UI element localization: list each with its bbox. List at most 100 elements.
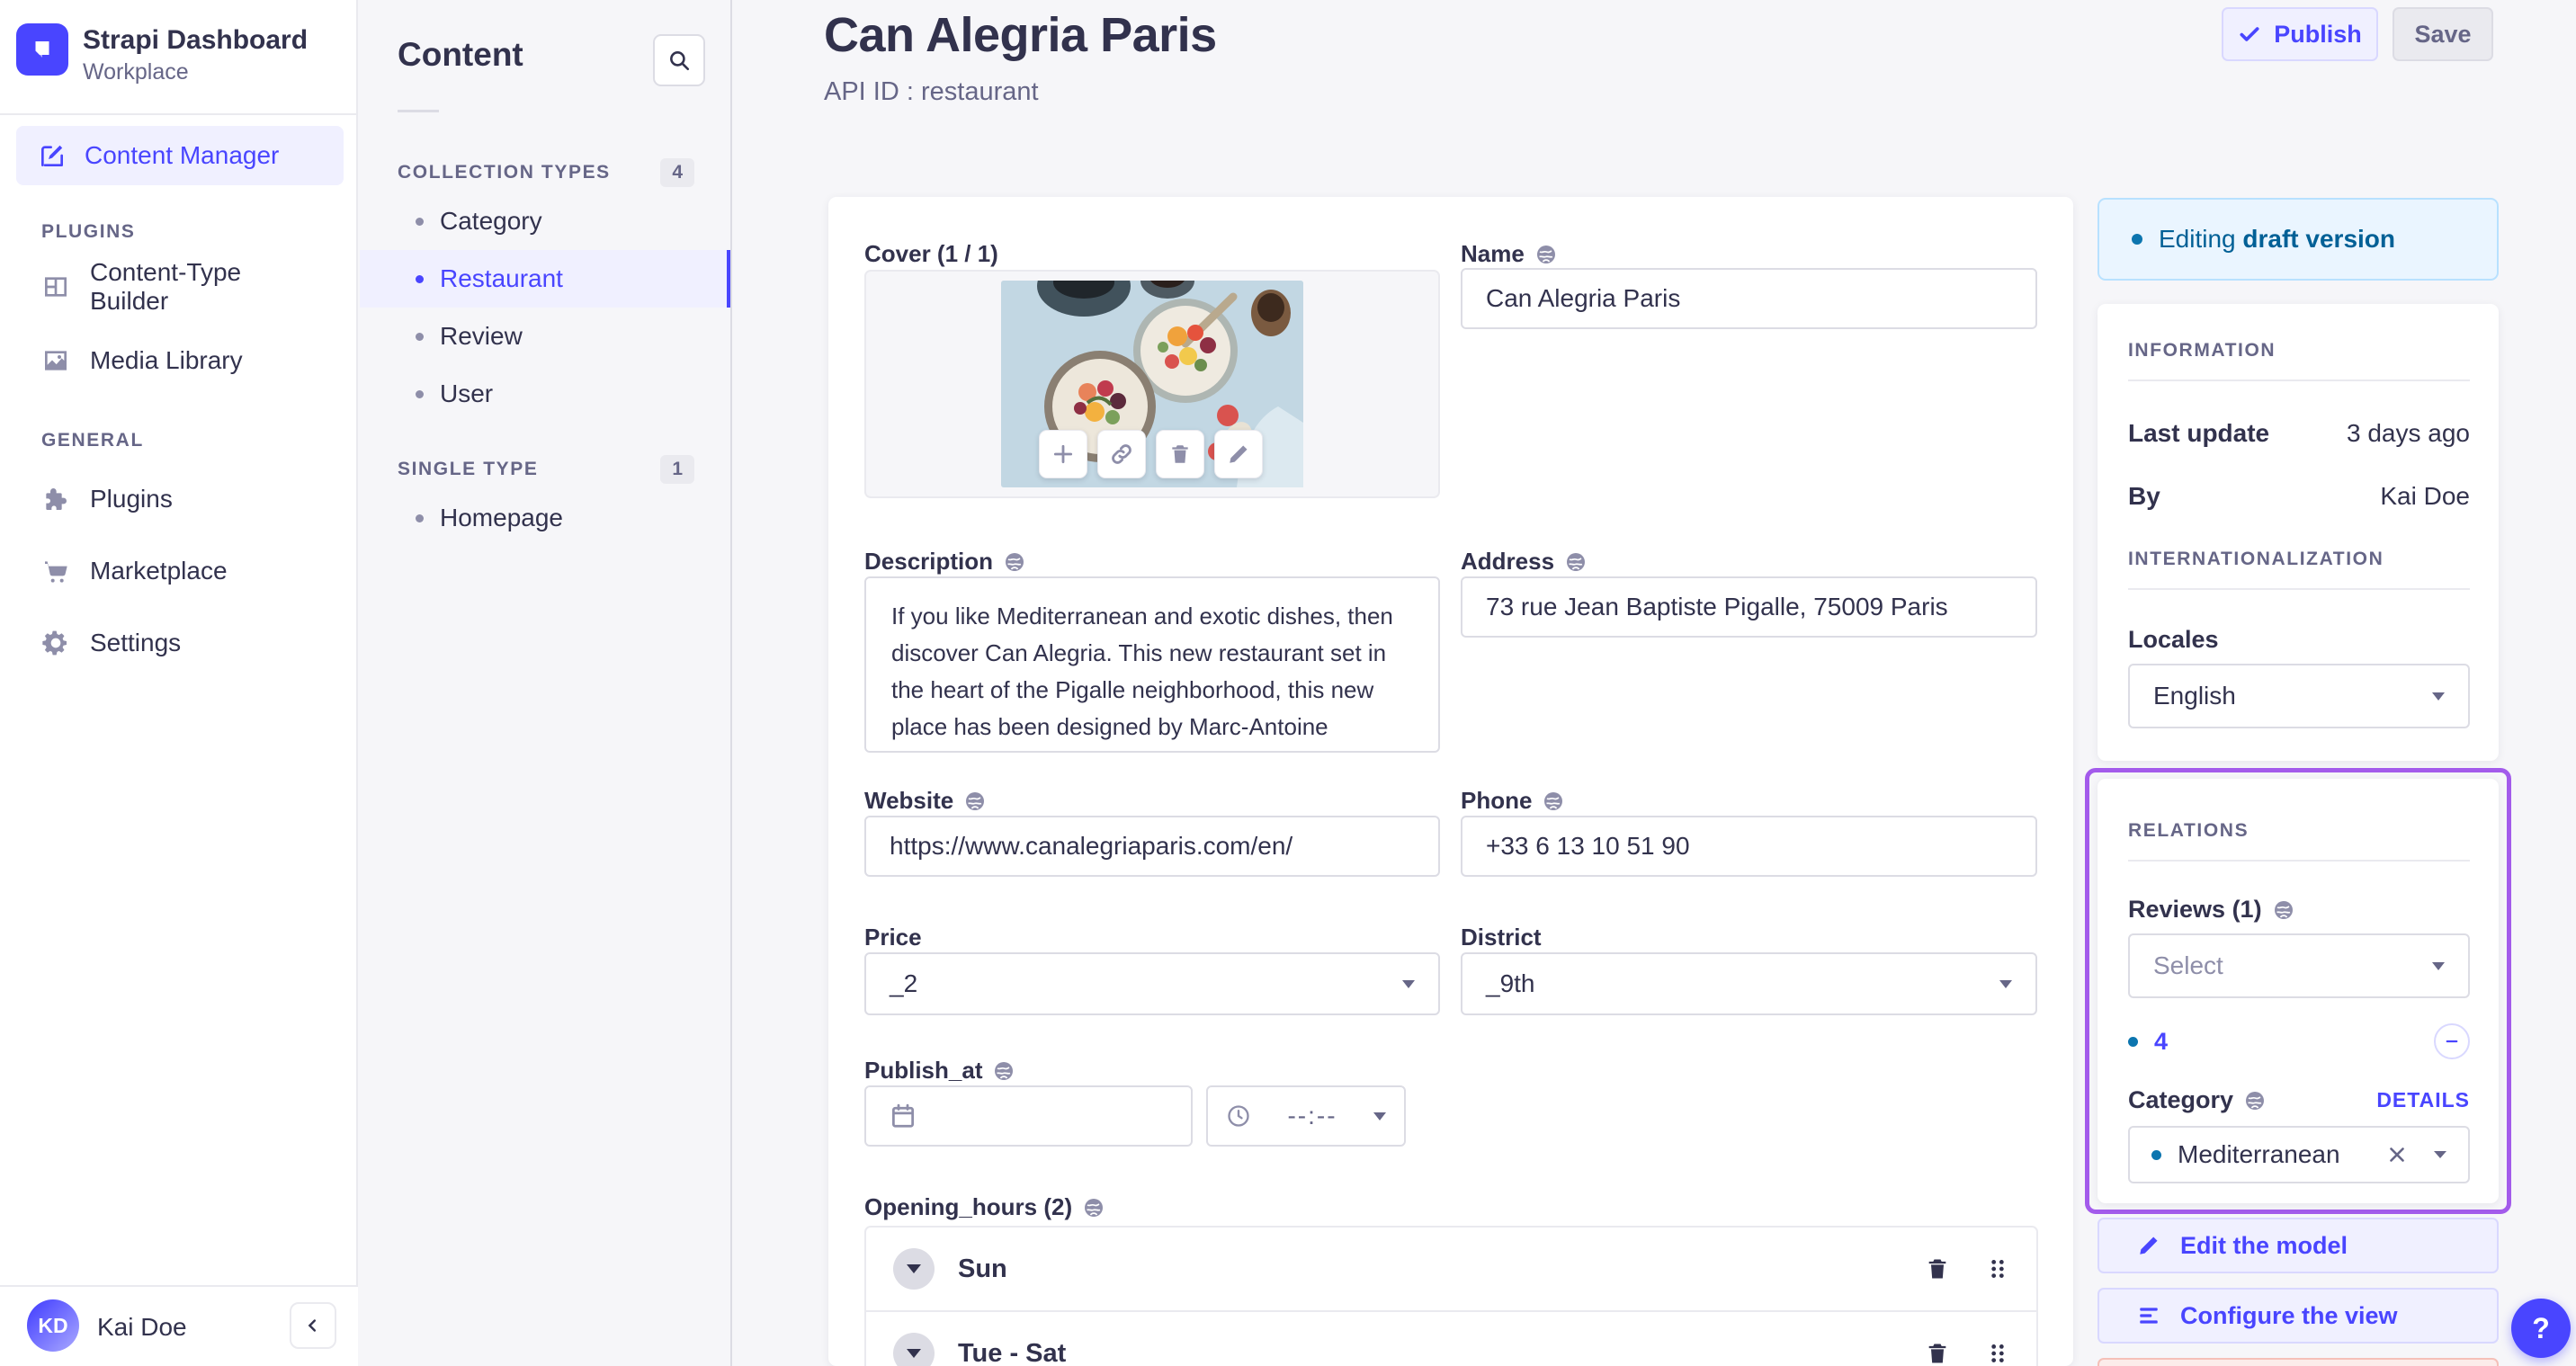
details-link[interactable]: DETAILS bbox=[2376, 1088, 2470, 1112]
globe-icon bbox=[2273, 899, 2294, 921]
gear-icon bbox=[41, 629, 70, 657]
link-icon bbox=[1112, 444, 1131, 464]
opening-hours-row-tue-sat[interactable]: Tue - Sat bbox=[866, 1312, 2036, 1366]
add-media-button[interactable] bbox=[1039, 430, 1087, 478]
locale-select[interactable]: English bbox=[2128, 664, 2470, 728]
check-icon bbox=[2240, 27, 2259, 41]
price-select[interactable]: _2 bbox=[864, 952, 1440, 1015]
sidebar-item-plugins[interactable]: Plugins bbox=[0, 469, 358, 529]
sidebar-divider bbox=[0, 113, 358, 115]
section-divider bbox=[2128, 588, 2470, 590]
puzzle-icon bbox=[41, 485, 70, 513]
avatar[interactable]: KD bbox=[27, 1299, 79, 1352]
edit-media-button[interactable] bbox=[1214, 430, 1263, 478]
status-dot-icon bbox=[2151, 1149, 2161, 1160]
website-field-label: Website bbox=[864, 787, 986, 815]
price-field-label: Price bbox=[864, 924, 922, 951]
copy-link-button[interactable] bbox=[1097, 430, 1146, 478]
collection-type-restaurant[interactable]: Restaurant bbox=[360, 250, 730, 308]
strapi-logo[interactable] bbox=[16, 23, 68, 76]
delete-entry-button[interactable] bbox=[2097, 1358, 2499, 1366]
phone-input[interactable] bbox=[1461, 816, 2037, 877]
sidebar-item-content-type-builder[interactable]: Content-Type Builder bbox=[0, 257, 358, 317]
help-button[interactable]: ? bbox=[2511, 1299, 2571, 1358]
collection-type-label: Review bbox=[440, 322, 523, 350]
trash-icon[interactable] bbox=[1925, 1256, 1950, 1281]
sidebar-item-marketplace[interactable]: Marketplace bbox=[0, 541, 358, 601]
cover-field-label: Cover (1 / 1) bbox=[864, 240, 998, 267]
collection-type-label: User bbox=[440, 379, 494, 407]
save-button-label: Save bbox=[2414, 20, 2472, 48]
globe-icon bbox=[1083, 1197, 1105, 1219]
search-button[interactable] bbox=[653, 34, 705, 86]
single-type-homepage[interactable]: Homepage bbox=[360, 489, 730, 547]
publish-at-time-input[interactable]: --:-- bbox=[1206, 1085, 1406, 1147]
pencil-icon bbox=[1230, 445, 1248, 463]
internationalization-section-title: INTERNATIONALIZATION bbox=[2128, 549, 2384, 569]
brand-title: Strapi Dashboard bbox=[83, 25, 309, 55]
delete-media-button[interactable] bbox=[1156, 430, 1204, 478]
panel-divider bbox=[398, 110, 439, 112]
edit-model-button[interactable]: Edit the model bbox=[2097, 1218, 2499, 1273]
sidebar-item-media-library[interactable]: Media Library bbox=[0, 331, 358, 390]
category-label: Category bbox=[2128, 1086, 2266, 1114]
sidebar-item-label: Settings bbox=[90, 629, 182, 656]
publish-at-date-input[interactable] bbox=[864, 1085, 1193, 1147]
opening-hours-row-sun[interactable]: Sun bbox=[866, 1228, 2036, 1310]
remove-relation-button[interactable] bbox=[2434, 1023, 2470, 1059]
list-lines-icon bbox=[2140, 1308, 2158, 1324]
opening-hours-accordion: Sun Tue - Sat bbox=[864, 1226, 2038, 1366]
bullet-icon bbox=[416, 513, 424, 522]
layout-grid-icon bbox=[41, 272, 70, 301]
description-field-label: Description bbox=[864, 548, 1025, 576]
cover-action-buttons bbox=[1039, 430, 1263, 478]
district-select[interactable]: _9th bbox=[1461, 952, 2037, 1015]
reviews-select-placeholder: Select bbox=[2153, 951, 2223, 979]
drag-handle-icon[interactable] bbox=[1986, 1342, 2009, 1365]
expand-row-button[interactable] bbox=[893, 1248, 935, 1290]
configure-view-button[interactable]: Configure the view bbox=[2097, 1288, 2499, 1344]
opening-hours-row-title: Sun bbox=[958, 1254, 1007, 1283]
sidebar-item-label: Content Manager bbox=[85, 141, 280, 169]
strapi-logo-icon bbox=[35, 41, 49, 58]
collection-type-review[interactable]: Review bbox=[360, 308, 730, 365]
save-button[interactable]: Save bbox=[2393, 7, 2493, 61]
chevron-down-icon bbox=[1373, 1112, 1386, 1120]
sidebar-item-label: Media Library bbox=[90, 346, 243, 374]
single-type-item-label: Homepage bbox=[440, 504, 563, 531]
address-input[interactable] bbox=[1461, 576, 2037, 638]
expand-row-button[interactable] bbox=[893, 1333, 935, 1366]
cover-media-field[interactable] bbox=[864, 270, 1440, 498]
clear-icon[interactable] bbox=[2385, 1143, 2409, 1166]
time-placeholder: --:-- bbox=[1287, 1102, 1337, 1129]
chevron-down-icon bbox=[907, 1264, 921, 1273]
main-sidebar: Strapi Dashboard Workplace Content Manag… bbox=[0, 0, 358, 1366]
sidebar-item-label: Plugins bbox=[90, 485, 173, 513]
collapse-sidebar-button[interactable] bbox=[290, 1302, 336, 1349]
sidebar-item-label: Marketplace bbox=[90, 557, 228, 585]
reviews-relation-select[interactable]: Select bbox=[2128, 933, 2470, 998]
bullet-icon bbox=[416, 332, 424, 341]
globe-icon bbox=[964, 790, 986, 812]
chevron-down-icon bbox=[1402, 979, 1415, 988]
collection-types-header: COLLECTION TYPES 4 bbox=[398, 158, 694, 187]
category-relation-select[interactable]: Mediterranean bbox=[2128, 1126, 2470, 1183]
category-header-row: Category DETAILS bbox=[2128, 1086, 2470, 1114]
drag-handle-icon[interactable] bbox=[1986, 1257, 2009, 1281]
pencil-icon bbox=[2140, 1237, 2158, 1254]
website-input[interactable] bbox=[864, 816, 1440, 877]
cart-icon bbox=[41, 557, 70, 585]
name-input[interactable] bbox=[1461, 268, 2037, 329]
sidebar-item-content-manager[interactable]: Content Manager bbox=[16, 126, 344, 185]
single-type-label: SINGLE TYPE bbox=[398, 459, 539, 479]
trash-icon bbox=[1172, 445, 1188, 463]
trash-icon[interactable] bbox=[1925, 1341, 1950, 1366]
publish-button[interactable]: Publish bbox=[2222, 7, 2378, 61]
description-textarea[interactable]: If you like Mediterranean and exotic dis… bbox=[864, 576, 1440, 753]
review-relation-link[interactable]: 4 bbox=[2154, 1028, 2168, 1056]
collection-type-category[interactable]: Category bbox=[360, 192, 730, 250]
collection-type-user[interactable]: User bbox=[360, 365, 730, 423]
sidebar-item-settings[interactable]: Settings bbox=[0, 613, 358, 673]
sidebar-footer: KD Kai Doe bbox=[0, 1285, 358, 1366]
strapi-dashboard-app: Strapi Dashboard Workplace Content Manag… bbox=[0, 0, 2576, 1366]
